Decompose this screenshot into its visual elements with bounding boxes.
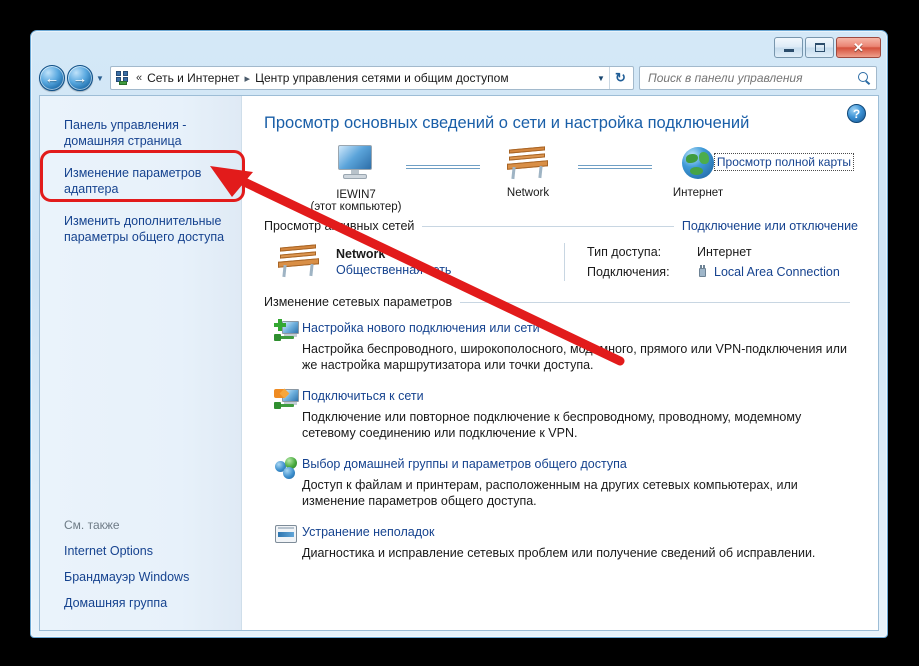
annotation-arrow — [210, 166, 625, 366]
arrow-shaft — [231, 173, 625, 366]
screenshot-root: ✕ ← → ▼ « Сеть и Интернет ▸ Центр управл… — [0, 0, 919, 666]
